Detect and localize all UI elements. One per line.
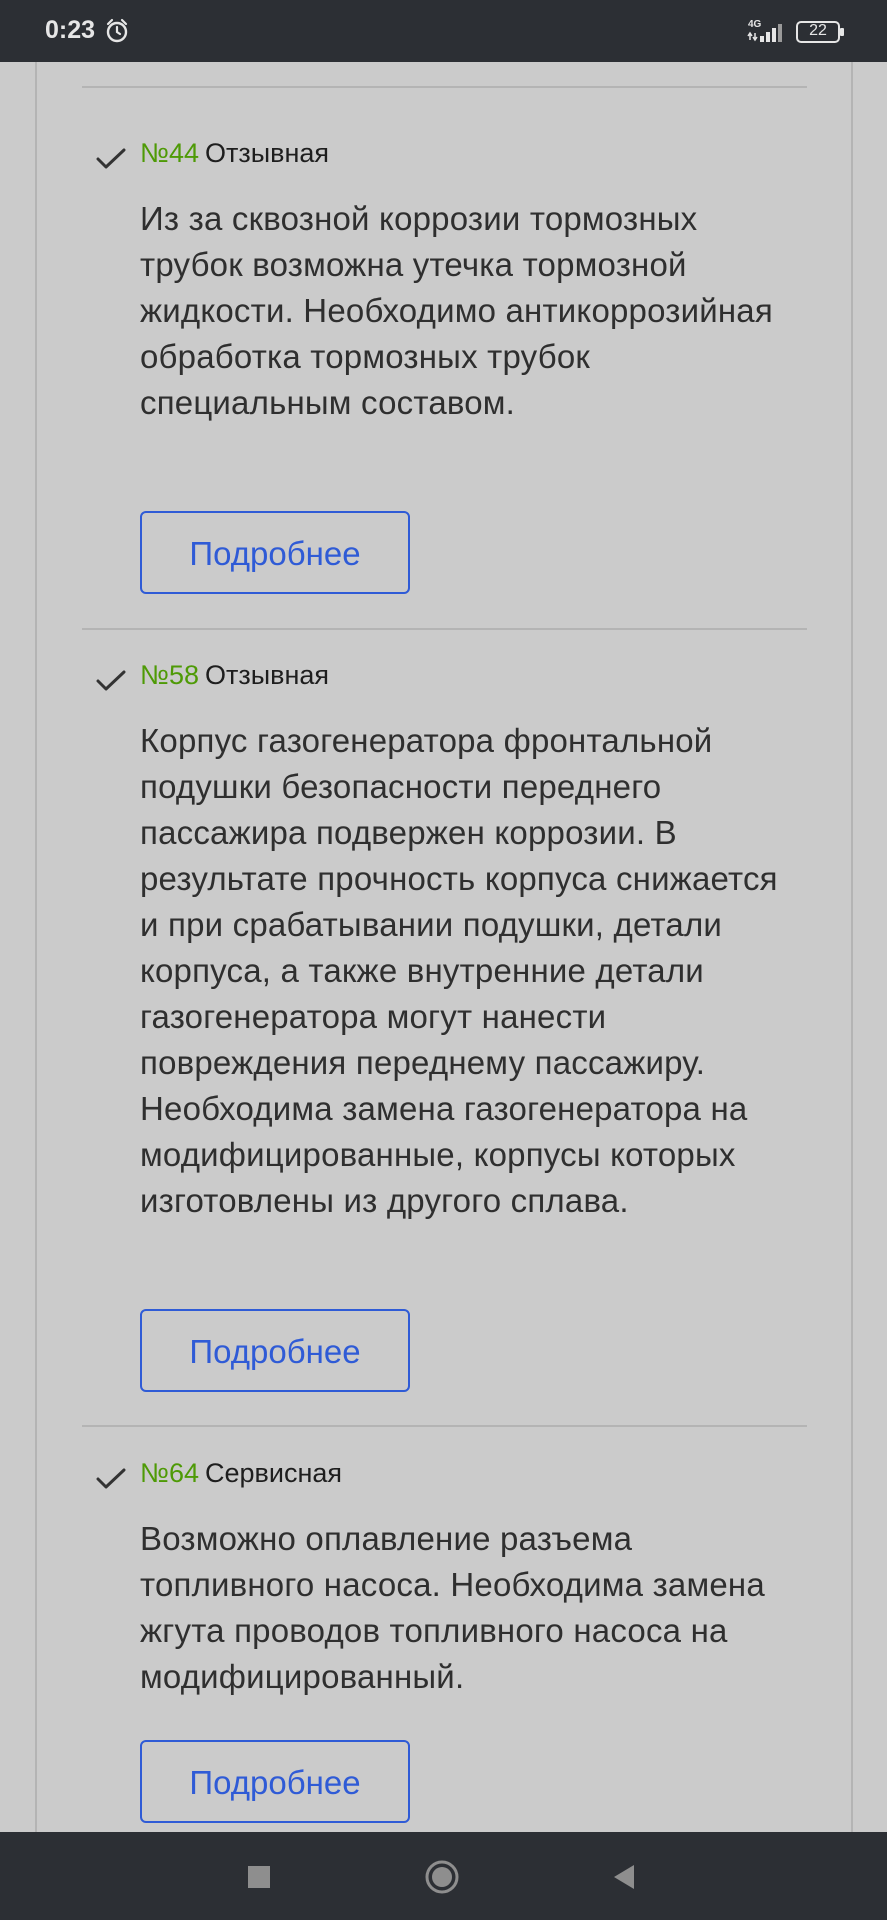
recall-header: №58 Отзывная [140, 660, 329, 691]
divider [82, 86, 807, 88]
checkmark-icon [96, 670, 126, 691]
home-circle-icon[interactable] [424, 1859, 460, 1895]
recall-header: №64 Сервисная [140, 1458, 342, 1489]
battery-level: 22 [809, 22, 827, 39]
divider [82, 628, 807, 630]
checkmark-icon [96, 148, 126, 169]
recall-type: Сервисная [205, 1458, 343, 1488]
recall-type: Отзывная [205, 660, 330, 690]
alarm-icon [106, 18, 128, 43]
recall-number: №64 [140, 1458, 199, 1488]
recall-number: №44 [140, 138, 199, 168]
recall-header: №44 Отзывная [140, 138, 329, 169]
recall-description: Корпус газогенератора фронтальной подушк… [140, 722, 778, 1219]
recall-list[interactable]: №44 Отзывная Из за сквозной коррозии торм… [0, 62, 887, 1832]
checkmark-icon [96, 1468, 126, 1489]
divider [82, 1425, 807, 1427]
status-time: 0:23 [45, 16, 96, 44]
signal-icon [747, 24, 782, 42]
recall-description: Из за сквозной коррозии тормозных трубок… [140, 200, 773, 421]
frame-border-right [851, 62, 853, 1832]
details-button[interactable]: Подробнее [140, 1740, 410, 1823]
recents-square-icon[interactable] [248, 1866, 270, 1888]
status-bar: 0:23 4G 22 [0, 0, 887, 62]
frame-border-left [35, 62, 37, 1832]
recall-description: Возможно оплавление разъема топливного н… [140, 1520, 765, 1695]
back-triangle-icon[interactable] [610, 1862, 638, 1892]
details-button[interactable]: Подробнее [140, 511, 410, 594]
details-button[interactable]: Подробнее [140, 1309, 410, 1392]
recall-type: Отзывная [205, 138, 330, 168]
recall-number: №58 [140, 660, 199, 690]
